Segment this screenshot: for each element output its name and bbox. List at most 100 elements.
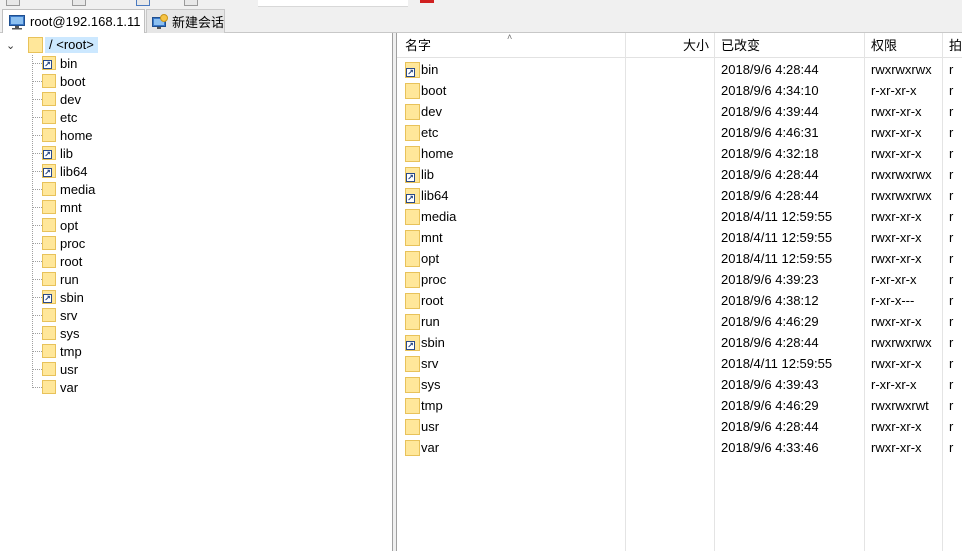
tree-item[interactable]: home	[32, 126, 93, 144]
folder-link-icon: ↗	[405, 188, 420, 204]
file-row[interactable]: home 2018/9/6 4:32:18 rwxr-xr-x r	[397, 143, 962, 164]
tree-item[interactable]: ↗ lib	[32, 144, 73, 162]
column-header-size[interactable]: 大小	[627, 33, 709, 57]
tree-item[interactable]: ↗ bin	[32, 54, 77, 72]
tree-item[interactable]: boot	[32, 72, 85, 90]
address-bar[interactable]	[258, 0, 408, 7]
shortcut-arrow-icon: ↗	[406, 68, 415, 77]
shortcut-arrow-icon: ↗	[406, 194, 415, 203]
file-row[interactable]: dev 2018/9/6 4:39:44 rwxr-xr-x r	[397, 101, 962, 122]
file-owner: r	[949, 440, 954, 455]
file-list[interactable]: ˄ 名字 大小 已改变 权限 拍 ↗ bin 2018/9/6 4:28:44 rwx…	[396, 33, 962, 551]
file-row[interactable]: var 2018/9/6 4:33:46 rwxr-xr-x r	[397, 437, 962, 458]
tree-item[interactable]: srv	[32, 306, 77, 324]
file-name: run	[421, 314, 440, 329]
tree-item[interactable]: etc	[32, 108, 77, 126]
file-row[interactable]: ↗ sbin 2018/9/6 4:28:44 rwxrwxrwx r	[397, 332, 962, 353]
file-row[interactable]: boot 2018/9/6 4:34:10 r-xr-xr-x r	[397, 80, 962, 101]
tree-connector	[32, 260, 42, 262]
chevron-down-icon[interactable]: ⌄	[6, 39, 18, 52]
file-row[interactable]: sys 2018/9/6 4:39:43 r-xr-xr-x r	[397, 374, 962, 395]
shortcut-arrow-icon: ↗	[43, 168, 52, 177]
file-row[interactable]: ↗ bin 2018/9/6 4:28:44 rwxrwxrwx r	[397, 59, 962, 80]
file-modified: 2018/9/6 4:32:18	[721, 146, 819, 161]
shortcut-arrow-icon: ↗	[43, 150, 52, 159]
file-permissions: rwxrwxrwx	[871, 335, 932, 350]
file-name: var	[421, 440, 440, 455]
folder-icon	[405, 440, 420, 456]
file-permissions: rwxr-xr-x	[871, 314, 922, 329]
file-row[interactable]: ↗ lib 2018/9/6 4:28:44 rwxrwxrwx r	[397, 164, 962, 185]
tree-root-node[interactable]: ⌄ / <root>	[0, 36, 98, 54]
tree-connector	[32, 206, 42, 208]
folder-icon	[42, 182, 56, 196]
tree-item[interactable]: mnt	[32, 198, 82, 216]
tree-item[interactable]: run	[32, 270, 79, 288]
tree-item[interactable]: media	[32, 180, 95, 198]
file-row[interactable]: tmp 2018/9/6 4:46:29 rwxrwxrwt r	[397, 395, 962, 416]
column-header-name[interactable]: 名字	[405, 33, 615, 57]
toolbar-button[interactable]	[72, 0, 86, 6]
toolbar-button[interactable]	[6, 0, 20, 6]
folder-link-icon: ↗	[42, 56, 56, 70]
tree-item[interactable]: var	[32, 378, 78, 396]
file-permissions: rwxrwxrwx	[871, 62, 932, 77]
tree-connector	[32, 278, 42, 280]
tree-item[interactable]: proc	[32, 234, 85, 252]
folder-link-icon: ↗	[42, 290, 56, 304]
tree-item-label: tmp	[60, 343, 82, 359]
file-owner: r	[949, 167, 954, 182]
tab-session[interactable]: root@192.168.1.11	[2, 9, 145, 33]
file-owner: r	[949, 83, 954, 98]
file-owner: r	[949, 335, 954, 350]
tree-item[interactable]: dev	[32, 90, 81, 108]
file-row[interactable]: usr 2018/9/6 4:28:44 rwxr-xr-x r	[397, 416, 962, 437]
folder-link-icon: ↗	[42, 164, 56, 178]
file-row[interactable]: root 2018/9/6 4:38:12 r-xr-x--- r	[397, 290, 962, 311]
toolbar-button[interactable]	[136, 0, 150, 6]
folder-icon	[42, 380, 56, 394]
tab-new-session[interactable]: 新建会话	[146, 9, 225, 33]
shortcut-arrow-icon: ↗	[43, 294, 52, 303]
file-row[interactable]: srv 2018/4/11 12:59:55 rwxr-xr-x r	[397, 353, 962, 374]
toolbar-strip	[0, 0, 962, 8]
file-modified: 2018/4/11 12:59:55	[721, 230, 833, 245]
file-row[interactable]: ↗ lib64 2018/9/6 4:28:44 rwxrwxrwx r	[397, 185, 962, 206]
tree-item[interactable]: ↗ sbin	[32, 288, 84, 306]
tree-item[interactable]: root	[32, 252, 82, 270]
file-modified: 2018/9/6 4:28:44	[721, 419, 819, 434]
file-row[interactable]: opt 2018/4/11 12:59:55 rwxr-xr-x r	[397, 248, 962, 269]
monitor-icon	[9, 14, 25, 29]
directory-tree[interactable]: ⌄ / <root> ↗ bin boot dev etc home ↗ lib ↗ lib64 m…	[0, 33, 393, 551]
file-name: dev	[421, 104, 442, 119]
file-owner: r	[949, 419, 954, 434]
file-row[interactable]: mnt 2018/4/11 12:59:55 rwxr-xr-x r	[397, 227, 962, 248]
file-row[interactable]: proc 2018/9/6 4:39:23 r-xr-xr-x r	[397, 269, 962, 290]
file-row[interactable]: media 2018/4/11 12:59:55 rwxr-xr-x r	[397, 206, 962, 227]
file-row[interactable]: run 2018/9/6 4:46:29 rwxr-xr-x r	[397, 311, 962, 332]
tree-item[interactable]: usr	[32, 360, 78, 378]
shortcut-arrow-icon: ↗	[43, 60, 52, 69]
folder-icon	[405, 209, 420, 225]
file-modified: 2018/9/6 4:33:46	[721, 440, 819, 455]
column-header-permissions[interactable]: 权限	[871, 33, 943, 57]
tree-item[interactable]: sys	[32, 324, 80, 342]
file-row[interactable]: etc 2018/9/6 4:46:31 rwxr-xr-x r	[397, 122, 962, 143]
tree-item-label: var	[60, 379, 79, 395]
folder-link-icon: ↗	[42, 146, 56, 160]
tree-connector	[32, 80, 42, 82]
tree-item[interactable]: opt	[32, 216, 78, 234]
file-permissions: rwxr-xr-x	[871, 230, 922, 245]
file-owner: r	[949, 62, 954, 77]
folder-icon	[42, 308, 56, 322]
tree-item[interactable]: ↗ lib64	[32, 162, 87, 180]
tree-item[interactable]: tmp	[32, 342, 82, 360]
folder-icon	[405, 230, 420, 246]
folder-icon	[405, 419, 420, 435]
file-name: tmp	[421, 398, 443, 413]
shortcut-arrow-icon: ↗	[406, 173, 415, 182]
column-header-modified[interactable]: 已改变	[721, 33, 861, 57]
column-header-owner[interactable]: 拍	[949, 33, 962, 57]
toolbar-button[interactable]	[184, 0, 198, 6]
tree-connector	[32, 152, 42, 154]
